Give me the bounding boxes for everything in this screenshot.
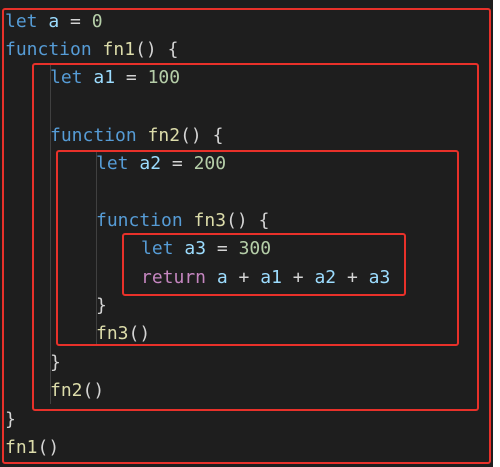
operator: = <box>59 11 92 32</box>
keyword: let <box>5 11 38 32</box>
variable: a1 <box>260 267 282 288</box>
operator: + <box>227 267 261 288</box>
number: 300 <box>238 238 272 259</box>
code-line-2: function fn1() { <box>5 36 178 64</box>
code-line-15: } <box>5 406 16 434</box>
punctuation: () { <box>135 39 179 60</box>
operator: + <box>281 267 315 288</box>
code-line-1: let a = 0 <box>5 8 103 36</box>
keyword: function <box>5 39 92 60</box>
keyword: let <box>50 67 83 88</box>
code-line-6: let a2 = 200 <box>96 150 226 178</box>
variable: a2 <box>139 153 162 174</box>
variable: a1 <box>93 67 116 88</box>
variable: a <box>48 11 60 32</box>
punctuation: () { <box>226 210 270 231</box>
variable: a2 <box>314 267 337 288</box>
punctuation: } <box>50 352 61 373</box>
number: 200 <box>193 153 227 174</box>
keyword: let <box>96 153 129 174</box>
code-line-13: } <box>50 349 61 377</box>
code-line-9: let a3 = 300 <box>141 235 271 263</box>
punctuation: () <box>82 380 105 401</box>
code-editor[interactable]: let a = 0 function fn1() { let a1 = 100 … <box>0 0 493 467</box>
variable: a <box>216 267 228 288</box>
operator: = <box>161 153 194 174</box>
punctuation: () <box>37 437 60 458</box>
code-line-3: let a1 = 100 <box>50 64 180 92</box>
number: 100 <box>147 67 181 88</box>
code-line-14: fn2() <box>50 377 104 405</box>
code-line-11: } <box>96 292 107 320</box>
function-name: fn3 <box>193 210 227 231</box>
keyword: return <box>141 267 207 288</box>
function-call: fn1 <box>5 437 38 458</box>
variable: a3 <box>184 238 207 259</box>
punctuation: } <box>96 295 107 316</box>
function-name: fn2 <box>147 125 181 146</box>
punctuation: } <box>5 409 16 430</box>
punctuation: () { <box>180 125 224 146</box>
keyword: function <box>50 125 137 146</box>
punctuation: () <box>128 323 151 344</box>
operator: + <box>336 267 369 288</box>
code-line-8: function fn3() { <box>96 207 269 235</box>
operator: = <box>115 67 148 88</box>
function-call: fn3 <box>96 323 129 344</box>
code-line-12: fn3() <box>96 320 150 348</box>
variable: a3 <box>368 267 391 288</box>
code-line-10: return a + a1 + a2 + a3 <box>141 264 390 292</box>
code-line-5: function fn2() { <box>50 122 223 150</box>
operator: = <box>206 238 239 259</box>
function-call: fn2 <box>50 380 83 401</box>
keyword: let <box>141 238 174 259</box>
number: 0 <box>91 11 103 32</box>
function-name: fn1 <box>102 39 136 60</box>
code-line-16: fn1() <box>5 434 59 462</box>
keyword: function <box>96 210 183 231</box>
